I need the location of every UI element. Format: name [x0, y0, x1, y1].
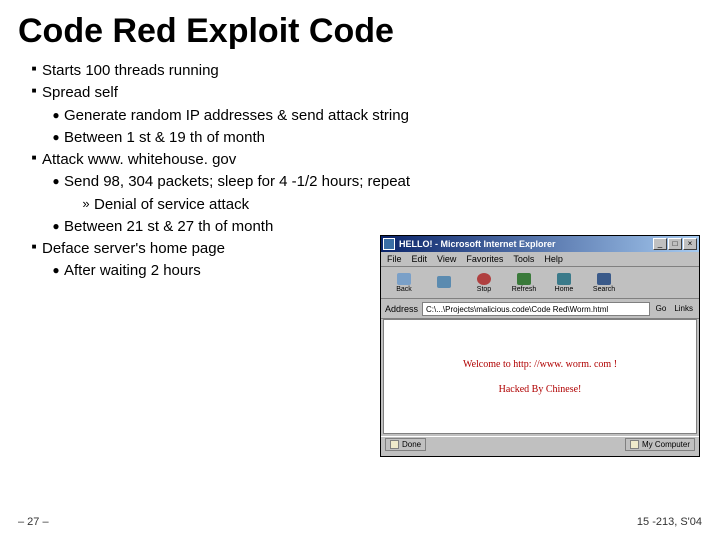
page-number: – 27 –: [18, 516, 49, 528]
bullet-text: Attack www. whitehouse. gov: [42, 150, 236, 170]
search-button[interactable]: Search: [585, 269, 623, 297]
window-titlebar: HELLO! - Microsoft Internet Explorer _ □…: [381, 236, 699, 252]
slide-title: Code Red Exploit Code: [0, 0, 720, 57]
status-left: Done: [385, 438, 426, 451]
bullet-l1: ■Spread self: [26, 83, 720, 103]
bullet-text: Between 1 st & 19 th of month: [64, 128, 265, 148]
menu-file[interactable]: File: [387, 254, 402, 264]
forward-icon: [437, 276, 451, 288]
square-bullet-icon: ■: [26, 86, 42, 97]
page-content: Welcome to http: //www. worm. com ! Hack…: [383, 319, 697, 434]
bullet-l1: ■Attack www. whitehouse. gov: [26, 150, 720, 170]
toolbar: Back Stop Refresh Home Search: [381, 267, 699, 299]
menu-edit[interactable]: Edit: [412, 254, 428, 264]
bullet-text: After waiting 2 hours: [64, 261, 201, 281]
forward-button[interactable]: [425, 269, 463, 297]
maximize-button[interactable]: □: [668, 238, 682, 250]
address-bar: Address C:\...\Projects\malicious.code\C…: [381, 299, 699, 319]
page-icon: [390, 440, 399, 449]
status-text: My Computer: [642, 439, 690, 450]
stop-icon: [477, 273, 491, 285]
address-input[interactable]: C:\...\Projects\malicious.code\Code Red\…: [422, 302, 650, 316]
back-icon: [397, 273, 411, 285]
bullet-text: Between 21 st & 27 th of month: [64, 217, 273, 237]
arrow-bullet-icon: »: [78, 195, 94, 213]
window-title: HELLO! - Microsoft Internet Explorer: [399, 239, 653, 249]
bullet-text: Starts 100 threads running: [42, 61, 219, 81]
address-label: Address: [385, 304, 418, 314]
ie-icon: [383, 238, 395, 250]
bullet-l2: ●Between 21 st & 27 th of month: [26, 217, 720, 237]
links-label[interactable]: Links: [672, 304, 695, 313]
bullet-l3: »Denial of service attack: [26, 195, 720, 215]
bullet-text: Generate random IP addresses & send atta…: [64, 106, 409, 126]
menu-help[interactable]: Help: [544, 254, 563, 264]
bullet-l2: ●Between 1 st & 19 th of month: [26, 128, 720, 148]
page-line-2: Hacked By Chinese!: [499, 384, 582, 395]
stop-button[interactable]: Stop: [465, 269, 503, 297]
bullet-l2: ●Send 98, 304 packets; sleep for 4 -1/2 …: [26, 172, 720, 192]
search-icon: [597, 273, 611, 285]
circle-bullet-icon: ●: [48, 107, 64, 123]
bullet-l1: ■Starts 100 threads running: [26, 61, 720, 81]
menu-tools[interactable]: Tools: [513, 254, 534, 264]
circle-bullet-icon: ●: [48, 129, 64, 145]
bullet-text: Deface server's home page: [42, 239, 225, 259]
refresh-icon: [517, 273, 531, 285]
bullet-text: Denial of service attack: [94, 195, 249, 215]
toolbar-label: Back: [396, 286, 412, 293]
minimize-button[interactable]: _: [653, 238, 667, 250]
toolbar-label: Search: [593, 286, 615, 293]
status-bar: Done My Computer: [381, 436, 699, 452]
toolbar-label: Stop: [477, 286, 491, 293]
bullet-text: Spread self: [42, 83, 118, 103]
menubar: File Edit View Favorites Tools Help: [381, 252, 699, 267]
status-right: My Computer: [625, 438, 695, 451]
home-icon: [557, 273, 571, 285]
go-button[interactable]: Go: [654, 304, 669, 313]
square-bullet-icon: ■: [26, 64, 42, 75]
status-text: Done: [402, 439, 421, 450]
close-button[interactable]: ×: [683, 238, 697, 250]
browser-window: HELLO! - Microsoft Internet Explorer _ □…: [380, 235, 700, 457]
circle-bullet-icon: ●: [48, 173, 64, 189]
page-line-1: Welcome to http: //www. worm. com !: [463, 359, 617, 370]
bullet-l2: ●Generate random IP addresses & send att…: [26, 106, 720, 126]
home-button[interactable]: Home: [545, 269, 583, 297]
circle-bullet-icon: ●: [48, 218, 64, 234]
refresh-button[interactable]: Refresh: [505, 269, 543, 297]
square-bullet-icon: ■: [26, 242, 42, 253]
bullet-text: Send 98, 304 packets; sleep for 4 -1/2 h…: [64, 172, 410, 192]
toolbar-label: Refresh: [512, 286, 537, 293]
menu-view[interactable]: View: [437, 254, 456, 264]
menu-favorites[interactable]: Favorites: [466, 254, 503, 264]
toolbar-label: Home: [555, 286, 574, 293]
back-button[interactable]: Back: [385, 269, 423, 297]
circle-bullet-icon: ●: [48, 262, 64, 278]
window-buttons: _ □ ×: [653, 238, 697, 250]
computer-icon: [630, 440, 639, 449]
course-footer: 15 -213, S'04: [637, 516, 702, 528]
square-bullet-icon: ■: [26, 153, 42, 164]
